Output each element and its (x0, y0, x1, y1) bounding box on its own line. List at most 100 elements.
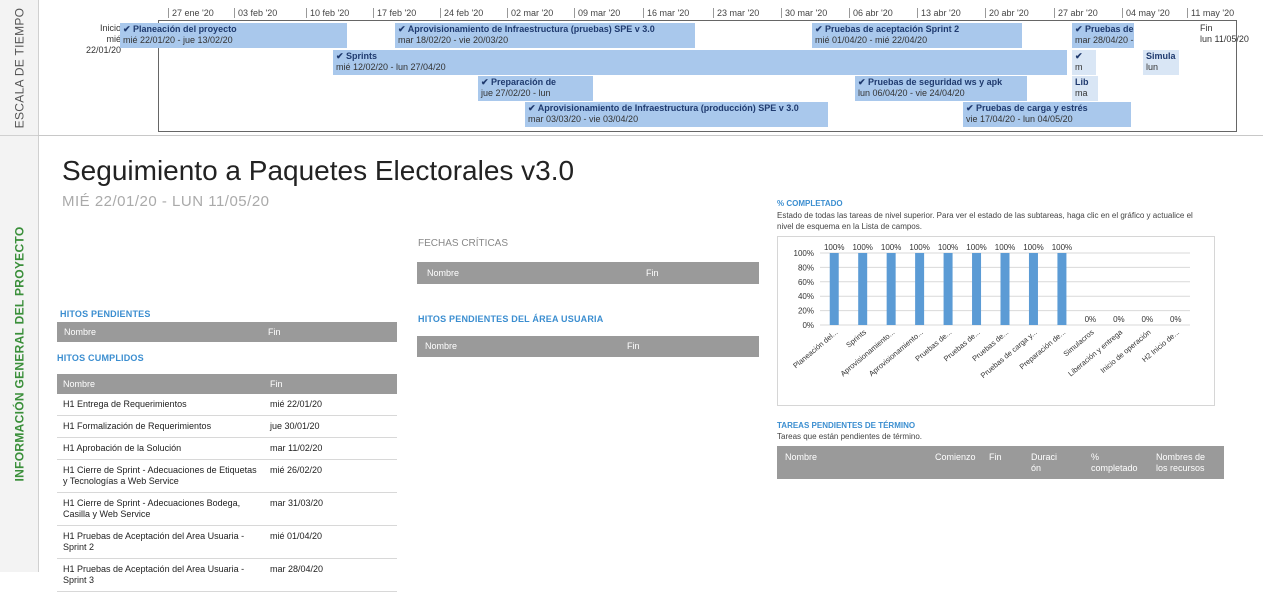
chart-y-tick-label: 0% (802, 321, 814, 330)
table-row[interactable]: H1 Cierre de Sprint - Adecuaciones de Et… (57, 459, 397, 493)
chart-data-label: 0% (1085, 315, 1097, 324)
milestone-name: H1 Aprobación de la Solución (57, 437, 264, 460)
task-dates: vie 17/04/20 - lun 04/05/20 (966, 114, 1073, 124)
timeline-task-bar[interactable]: ✔ Aprovisionamiento de Infraestructura (… (525, 102, 828, 127)
chart-data-label: 100% (909, 243, 929, 252)
col-end[interactable]: Fin (627, 341, 640, 351)
col-name[interactable]: Nombre (427, 268, 459, 278)
user-area-milestones-title: HITOS PENDIENTES DEL ÁREA USUARIA (418, 314, 604, 324)
overview-section-label: INFORMACIÓN GENERAL DEL PROYECTO (0, 136, 38, 572)
milestone-end: mar 28/04/20 (264, 558, 397, 592)
critical-dates-title: FECHAS CRÍTICAS (418, 238, 509, 249)
timeline-task-bar[interactable]: ✔ Sprints mié 12/02/20 - lun 27/04/20 (333, 50, 1067, 75)
timeline-tick: 23 mar '20 (713, 8, 759, 18)
task-dates: m (1075, 62, 1083, 72)
table-row[interactable]: H1 Pruebas de Aceptación del Area Usuari… (57, 558, 397, 592)
task-name: Lib (1075, 77, 1089, 87)
chart-y-tick-label: 40% (798, 292, 814, 301)
task-name: ✔ Pruebas de seguridad ws y apk (858, 77, 1003, 87)
col-name[interactable]: Nombre (64, 327, 96, 337)
timeline-section-label: ESCALA DE TIEMPO (0, 0, 38, 136)
timeline-tick: 30 mar '20 (781, 8, 827, 18)
col-name[interactable]: Nombre (425, 341, 457, 351)
milestone-name: H1 Pruebas de Aceptación del Area Usuari… (57, 525, 264, 559)
timeline-task-bar[interactable]: Simula lun (1143, 50, 1179, 75)
task-dates: mié 12/02/20 - lun 27/04/20 (336, 62, 446, 72)
task-name: ✔ Sprints (336, 51, 378, 61)
col-end[interactable]: Fin (646, 268, 659, 278)
timeline-task-bar[interactable]: ✔ Pruebas de seguridad ws y apk lun 06/0… (855, 76, 1027, 101)
task-name: ✔ Pruebas de (1075, 24, 1134, 34)
timeline-tick: 11 may '20 (1187, 8, 1234, 18)
chart-y-tick-label: 60% (798, 278, 814, 287)
pending-milestones-title: HITOS PENDIENTES (60, 309, 151, 319)
timeline-task-bar[interactable]: ✔ Aprovisionamiento de Infraestructura (… (395, 23, 695, 48)
milestone-end: mié 26/02/20 (264, 459, 397, 493)
timeline-task-bar[interactable]: ✔ m (1072, 50, 1096, 75)
chart-bar (1028, 253, 1038, 325)
milestone-name: H1 Cierre de Sprint - Adecuaciones de Et… (57, 459, 264, 493)
timeline-task-bar[interactable]: Lib ma (1072, 76, 1098, 101)
task-name: ✔ Pruebas de carga y estrés (966, 103, 1088, 113)
chart-y-tick-label: 100% (794, 249, 814, 258)
pending-tasks-header: Nombre Comienzo Fin Duraci ón % completa… (777, 446, 1224, 479)
table-row[interactable]: H1 Entrega de Requerimientos mié 22/01/20 (57, 394, 397, 416)
timeline-tick: 02 mar '20 (507, 8, 553, 18)
col-end[interactable]: Fin (989, 452, 1002, 463)
timeline-task-bar[interactable]: ✔ Preparación de jue 27/02/20 - lun (478, 76, 593, 101)
start-date: mié 22/01/20 (85, 34, 121, 55)
chart-bar (829, 253, 839, 325)
milestone-end: mié 22/01/20 (264, 394, 397, 416)
table-header-row: Nombre Fin (57, 374, 397, 394)
timeline-tick: 24 feb '20 (440, 8, 483, 18)
pending-tasks-description: Tareas que están pendientes de término. (777, 432, 922, 441)
col-start[interactable]: Comienzo (935, 452, 976, 463)
timeline-task-bar[interactable]: ✔ Planeación del proyecto mié 22/01/20 -… (120, 23, 347, 48)
chart-y-tick-label: 20% (798, 307, 814, 316)
timeline-task-bar[interactable]: ✔ Pruebas de aceptación Sprint 2 mié 01/… (812, 23, 1022, 48)
table-row[interactable]: H1 Formalización de Requerimientos jue 30… (57, 415, 397, 438)
timeline-panel[interactable]: 27 ene '20 03 feb '20 10 feb '20 17 feb … (38, 0, 1263, 136)
timeline-tick: 27 ene '20 (168, 8, 214, 18)
chart-data-label: 100% (1052, 243, 1072, 252)
chart-data-label: 100% (852, 243, 872, 252)
task-name: ✔ Pruebas de aceptación Sprint 2 (815, 24, 960, 34)
percent-complete-chart[interactable]: 100% 80% 60% 40% 20% 0% 100% Planeación del... 1… (777, 236, 1215, 406)
completed-milestones-table: Nombre Fin H1 Entrega de Requerimientos m… (57, 374, 397, 592)
timeline-task-bar[interactable]: ✔ Pruebas de carga y estrés vie 17/04/20… (963, 102, 1131, 127)
timeline-tick: 03 feb '20 (234, 8, 277, 18)
chart-svg: 100% 80% 60% 40% 20% 0% 100% Planeación del... 1… (791, 243, 1190, 380)
task-dates: mar 18/02/20 - vie 20/03/20 (398, 35, 509, 45)
timeline-tick: 16 mar '20 (643, 8, 689, 18)
chart-bar (915, 253, 925, 325)
col-name[interactable]: Nombre (785, 452, 817, 463)
col-percent[interactable]: % completado (1091, 452, 1146, 474)
timeline-tick: 13 abr '20 (917, 8, 961, 18)
task-name: ✔ (1075, 51, 1083, 61)
timeline-task-bar[interactable]: ✔ Pruebas de mar 28/04/20 - (1072, 23, 1134, 48)
task-name: Simula (1146, 51, 1176, 61)
col-duration[interactable]: Duraci ón (1031, 452, 1063, 474)
milestone-name: H1 Cierre de Sprint - Adecuaciones Bodeg… (57, 492, 264, 526)
table-row[interactable]: H1 Pruebas de Aceptación del Area Usuari… (57, 525, 397, 559)
timeline-tick: 17 feb '20 (373, 8, 416, 18)
critical-dates-header: Nombre Fin (417, 262, 759, 284)
col-end[interactable]: Fin (264, 374, 397, 394)
col-name[interactable]: Nombre (57, 374, 264, 394)
task-name: ✔ Aprovisionamiento de Infraestructura (… (398, 24, 655, 34)
table-row[interactable]: H1 Aprobación de la Solución mar 11/02/20 (57, 437, 397, 460)
timeline-label-text: ESCALA DE TIEMPO (12, 7, 26, 128)
chart-data-label: 100% (995, 243, 1015, 252)
chart-data-label: 100% (881, 243, 901, 252)
col-resources[interactable]: Nombres de los recursos (1156, 452, 1216, 474)
report-title: Seguimiento a Paquetes Electorales v3.0 (62, 155, 575, 186)
chart-data-label: 100% (938, 243, 958, 252)
milestone-end: jue 30/01/20 (264, 415, 397, 438)
col-end[interactable]: Fin (268, 327, 281, 337)
table-row[interactable]: H1 Cierre de Sprint - Adecuaciones Bodeg… (57, 492, 397, 526)
chart-bar (886, 253, 896, 325)
task-dates: mar 28/04/20 - (1075, 35, 1134, 45)
timeline-tick: 10 feb '20 (306, 8, 349, 18)
timeline-tick: 06 abr '20 (849, 8, 893, 18)
report-date-range: MIÉ 22/01/20 - LUN 11/05/20 (62, 193, 270, 210)
